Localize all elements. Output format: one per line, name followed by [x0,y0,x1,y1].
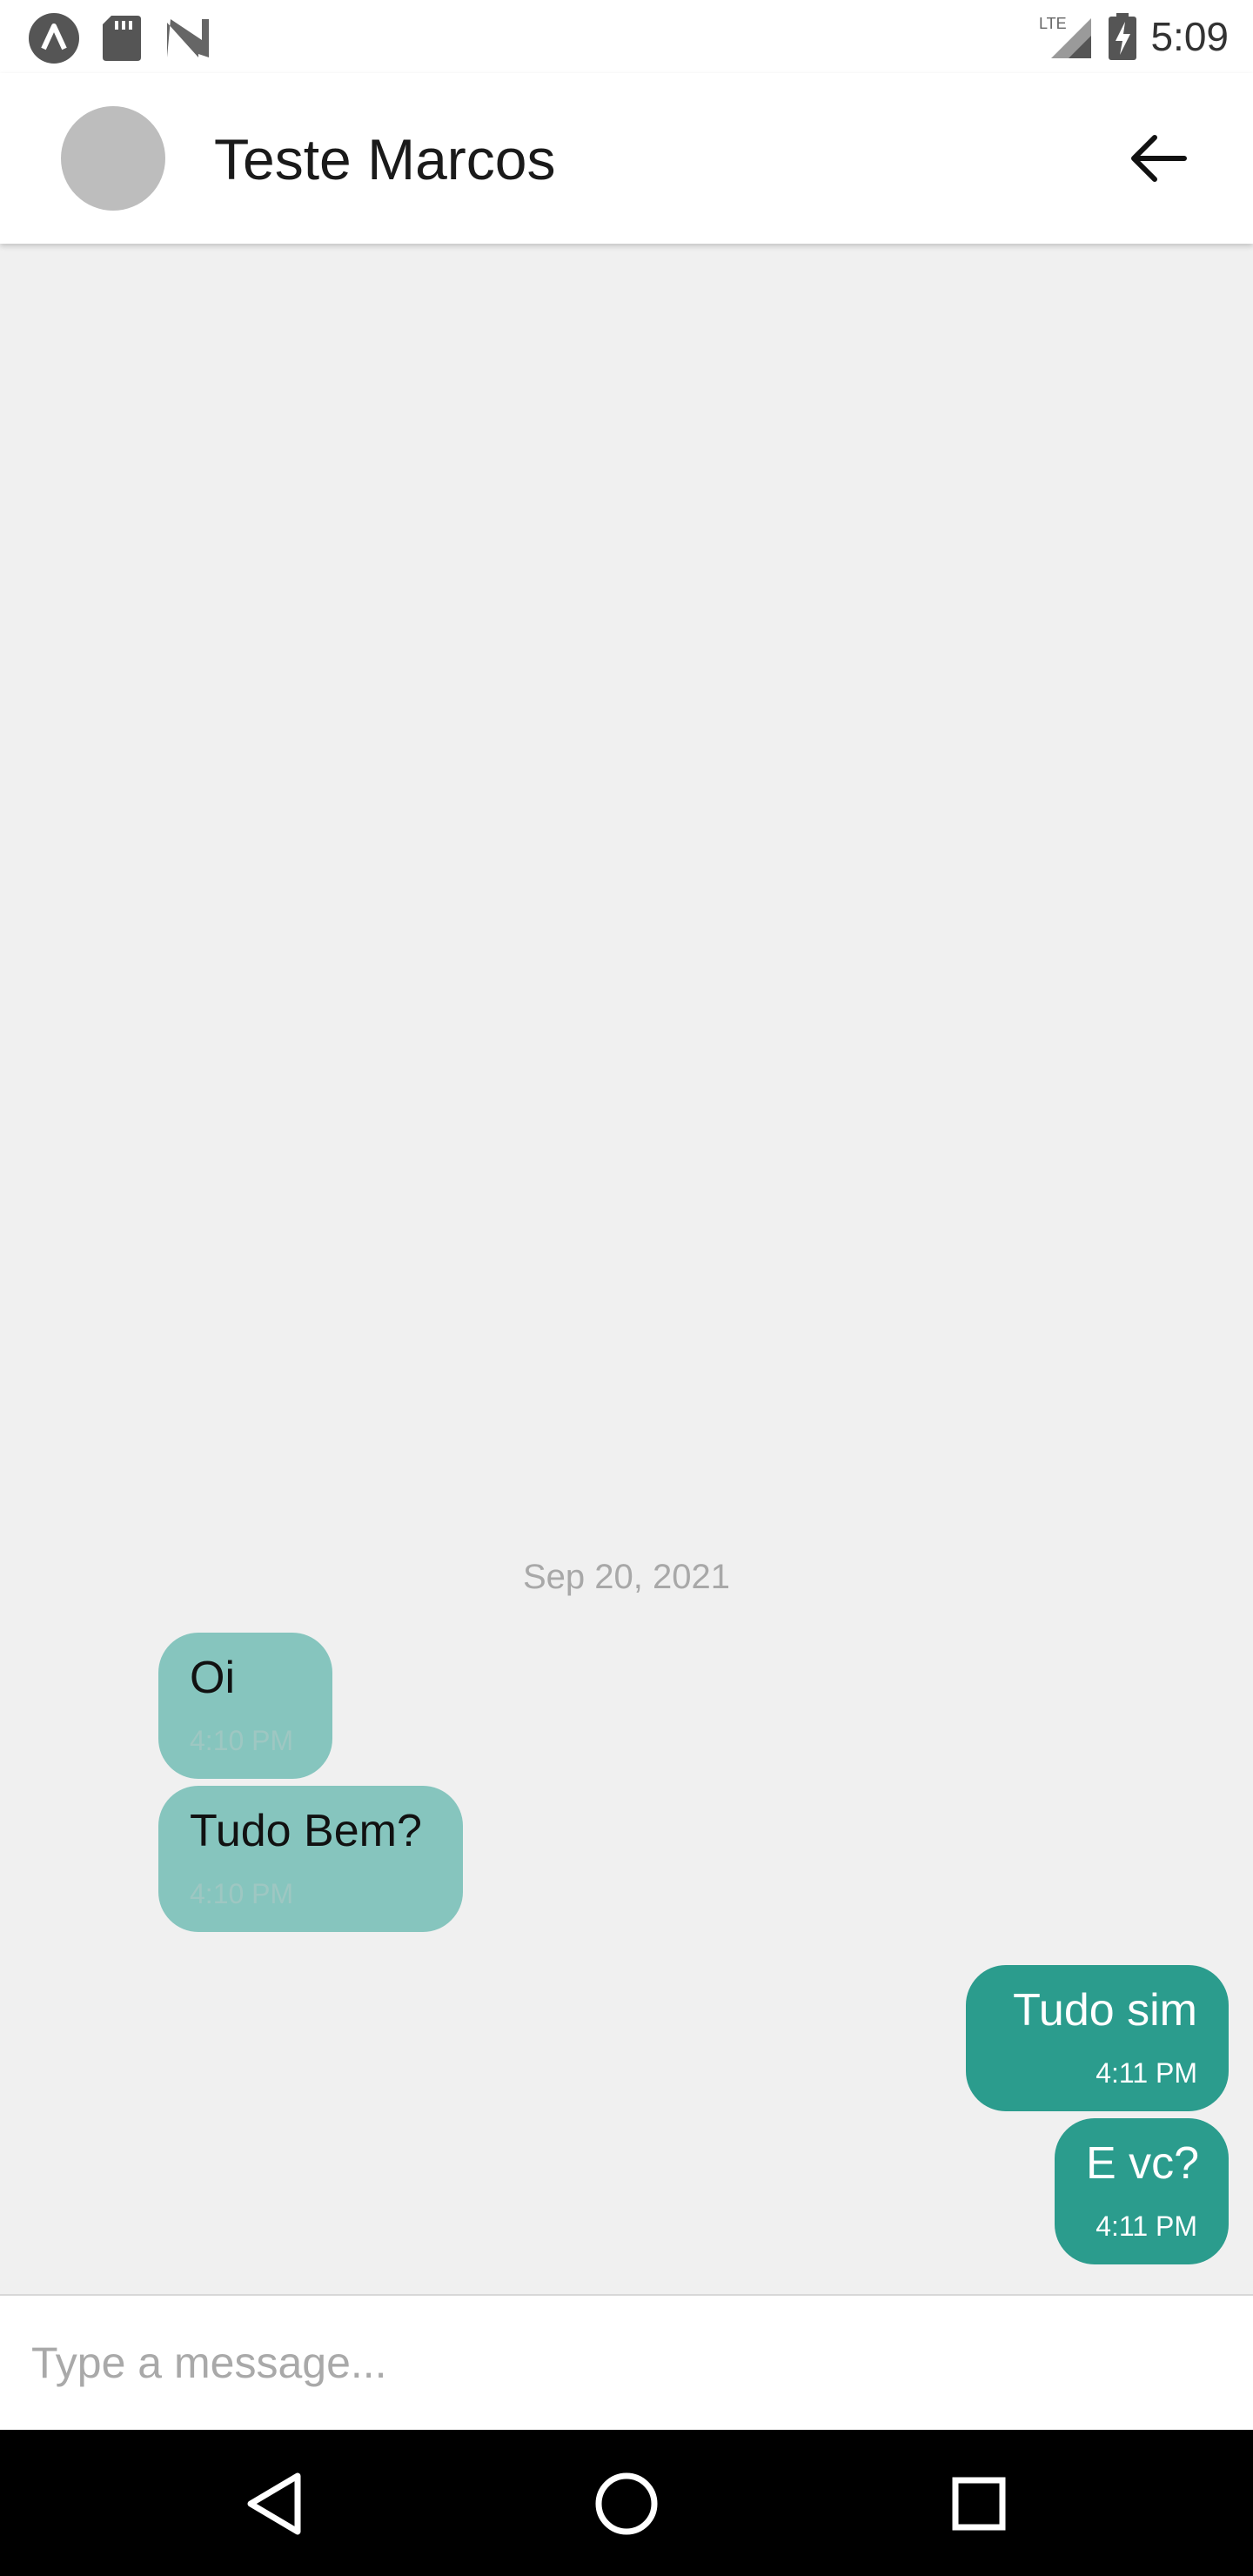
nav-recents-button[interactable] [940,2465,1018,2543]
message-time: 4:11 PM [1096,2057,1197,2089]
nav-home-button[interactable] [587,2465,666,2543]
nav-back-button[interactable] [235,2465,313,2543]
lte-signal-icon: LTE [1039,15,1092,58]
message-text: Oi [190,1653,235,1703]
sd-card-icon [103,16,141,61]
system-nav-bar [0,2430,1253,2576]
network-label: LTE [1039,15,1067,32]
contact-name[interactable]: Teste Marcos [214,125,555,193]
message-input[interactable] [30,2320,1216,2405]
arrow-left-icon [1131,135,1187,182]
message-text: Tudo Bem? [190,1806,422,1856]
back-button[interactable] [1122,124,1192,193]
n-logo-icon [167,19,209,57]
avatar[interactable] [61,106,165,211]
date-separator: Sep 20, 2021 [523,1558,730,1596]
chat-message-list[interactable]: Sep 20, 2021 Oi 4:10 PM Tudo Bem? 4:10 P… [0,244,1253,2294]
message-text: Tudo sim [1013,1985,1197,2036]
message-bubble-received[interactable]: Oi 4:10 PM [158,1633,332,1779]
home-circle-icon [595,2472,658,2535]
message-bubble-sent[interactable]: Tudo sim 4:11 PM [966,1965,1229,2111]
back-triangle-icon [247,2472,301,2535]
message-time: 4:11 PM [1096,2210,1197,2242]
message-bubble-sent[interactable]: E vc? 4:11 PM [1055,2118,1229,2264]
message-text: E vc? [1086,2138,1200,2189]
status-left-icons [28,12,212,64]
message-composer [0,2294,1253,2430]
status-bar: LTE 5:09 [0,0,1253,73]
message-time: 4:10 PM [190,1725,294,1756]
app-notification-icon [29,13,79,64]
battery-charging-icon [1109,13,1137,60]
status-right-icons: LTE 5:09 [1039,9,1229,64]
message-time: 4:10 PM [190,1878,294,1909]
message-bubble-received[interactable]: Tudo Bem? 4:10 PM [158,1786,463,1932]
recents-square-icon [952,2477,1006,2531]
chat-header: Teste Marcos [0,73,1253,244]
status-time: 5:09 [1150,14,1229,59]
